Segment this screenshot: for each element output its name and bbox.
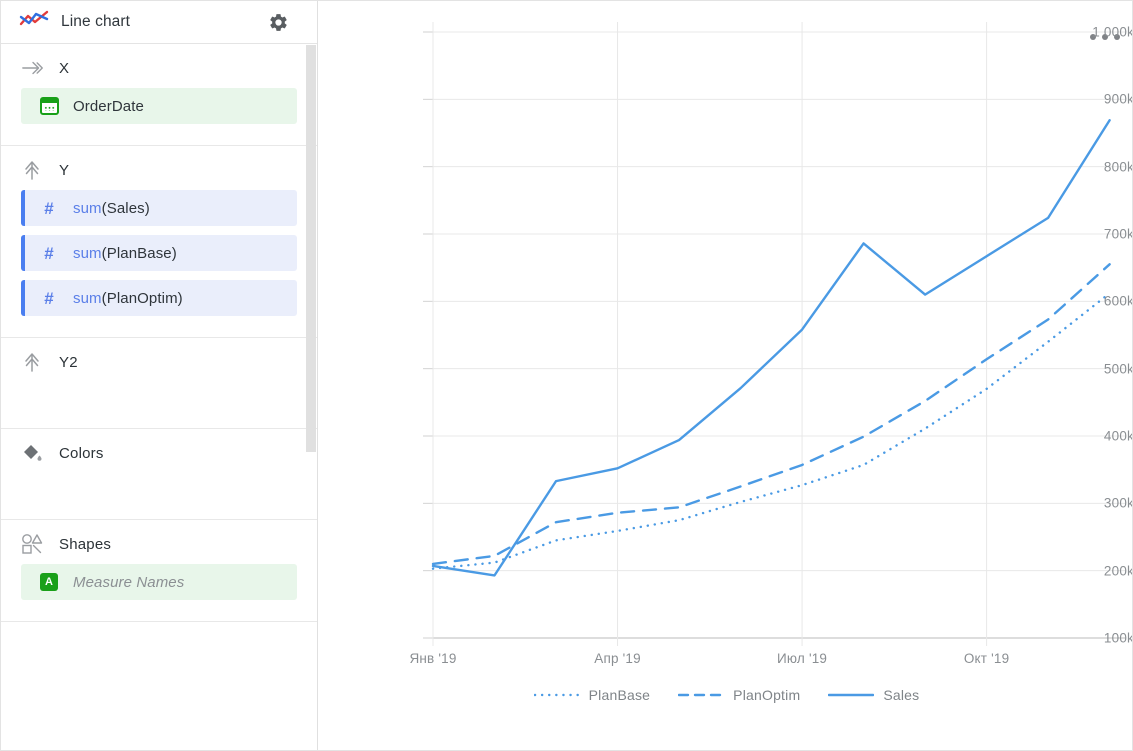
shelf-x-title: X <box>59 60 69 77</box>
paint-bucket-icon <box>21 442 47 464</box>
pill-measure-names[interactable]: A Measure Names <box>21 564 297 600</box>
y-axis-tick-label: 200k <box>1038 563 1133 578</box>
chart-type-label: Line chart <box>61 13 130 31</box>
pill-label: sum(PlanOptim) <box>73 290 183 307</box>
y-axis-tick-label: 500k <box>1038 361 1133 376</box>
line-chart-plot: 100k 200k 300k 400k 500k 600k 700k 800k 900k 1 00… <box>319 1 1133 751</box>
shelf-x[interactable]: X OrderDate <box>1 44 317 146</box>
series-line-planbase <box>433 293 1110 568</box>
pill-sum-sales[interactable]: # sum(Sales) <box>21 190 297 226</box>
pill-accent-bar <box>21 190 25 226</box>
shelf-y-header: Y <box>21 146 297 190</box>
legend-label: Sales <box>883 687 919 703</box>
shelf-shapes-header: Shapes <box>21 520 297 564</box>
y-axis-tick-label: 1 000k <box>1038 25 1133 40</box>
pill-label: OrderDate <box>73 98 144 115</box>
shelf-y2-title: Y2 <box>59 354 78 371</box>
pill-label: sum(PlanBase) <box>73 245 177 262</box>
y-axis-tick-label: 100k <box>1038 631 1133 646</box>
arrow-right-icon <box>21 57 47 79</box>
pill-accent-bar <box>21 235 25 271</box>
line-chart-icon <box>19 10 49 35</box>
chart-legend: PlanBase PlanOptim Sales <box>319 687 1133 703</box>
y-axis-tick-label: 300k <box>1038 496 1133 511</box>
sidebar-scrollbar[interactable] <box>306 45 316 452</box>
shelf-colors-header: Colors <box>21 429 297 473</box>
arrow-up-icon <box>21 351 47 373</box>
pill-label: Measure Names <box>73 574 184 591</box>
legend-label: PlanBase <box>589 687 651 703</box>
y-axis-tick-label: 600k <box>1038 294 1133 309</box>
plot-svg <box>319 1 1133 681</box>
x-axis-tick-label: Июл '19 <box>777 651 827 666</box>
y-axis-tick-label: 400k <box>1038 429 1133 444</box>
hash-icon: # <box>39 288 59 308</box>
calendar-icon <box>39 96 59 116</box>
hash-icon: # <box>39 198 59 218</box>
shelf-colors[interactable]: Colors <box>1 429 317 520</box>
legend-item-planoptim[interactable]: PlanOptim <box>678 687 800 703</box>
x-axis-tick-label: Янв '19 <box>409 651 456 666</box>
shelf-colors-dropzone[interactable] <box>21 473 297 519</box>
arrow-up-icon <box>21 159 47 181</box>
legend-line-sample <box>828 689 874 701</box>
x-axis-tick-label: Апр '19 <box>594 651 641 666</box>
legend-item-sales[interactable]: Sales <box>828 687 919 703</box>
y-axis-tick-label: 800k <box>1038 159 1133 174</box>
x-axis-tick-label: Окт '19 <box>964 651 1010 666</box>
legend-line-sample <box>534 689 580 701</box>
shelf-x-header: X <box>21 44 297 88</box>
panel-header: Line chart <box>1 1 317 44</box>
hash-icon: # <box>39 243 59 263</box>
shelf-colors-title: Colors <box>59 445 104 462</box>
legend-line-sample <box>678 689 724 701</box>
pill-label: sum(Sales) <box>73 200 150 217</box>
pill-sum-planbase[interactable]: # sum(PlanBase) <box>21 235 297 271</box>
shelf-shapes-title: Shapes <box>59 536 111 553</box>
shapes-icon <box>21 533 47 555</box>
y-axis-tick-label: 700k <box>1038 227 1133 242</box>
pill-accent-bar <box>21 280 25 316</box>
pill-orderdate[interactable]: OrderDate <box>21 88 297 124</box>
chart-canvas-area: 100k 200k 300k 400k 500k 600k 700k 800k 900k 1 00… <box>319 1 1133 751</box>
y-axis-tick-label: 900k <box>1038 92 1133 107</box>
legend-label: PlanOptim <box>733 687 800 703</box>
shelf-y2-dropzone[interactable] <box>21 382 297 428</box>
series-line-planoptim <box>433 264 1110 564</box>
series-line-sales <box>433 120 1110 575</box>
shelf-y2-header: Y2 <box>21 338 297 382</box>
shelf-y-title: Y <box>59 162 69 179</box>
gear-icon[interactable] <box>267 11 289 33</box>
shelf-y[interactable]: Y # sum(Sales) # sum(PlanBase) # sum(Pla… <box>1 146 317 338</box>
shelf-y2[interactable]: Y2 <box>1 338 317 429</box>
attribute-icon: A <box>39 572 59 592</box>
legend-item-planbase[interactable]: PlanBase <box>534 687 651 703</box>
pill-sum-planoptim[interactable]: # sum(PlanOptim) <box>21 280 297 316</box>
line-chart-editor-window: Line chart X OrderDate <box>0 0 1133 751</box>
visualization-settings-sidebar: Line chart X OrderDate <box>1 1 318 751</box>
shelf-shapes[interactable]: Shapes A Measure Names <box>1 520 317 622</box>
